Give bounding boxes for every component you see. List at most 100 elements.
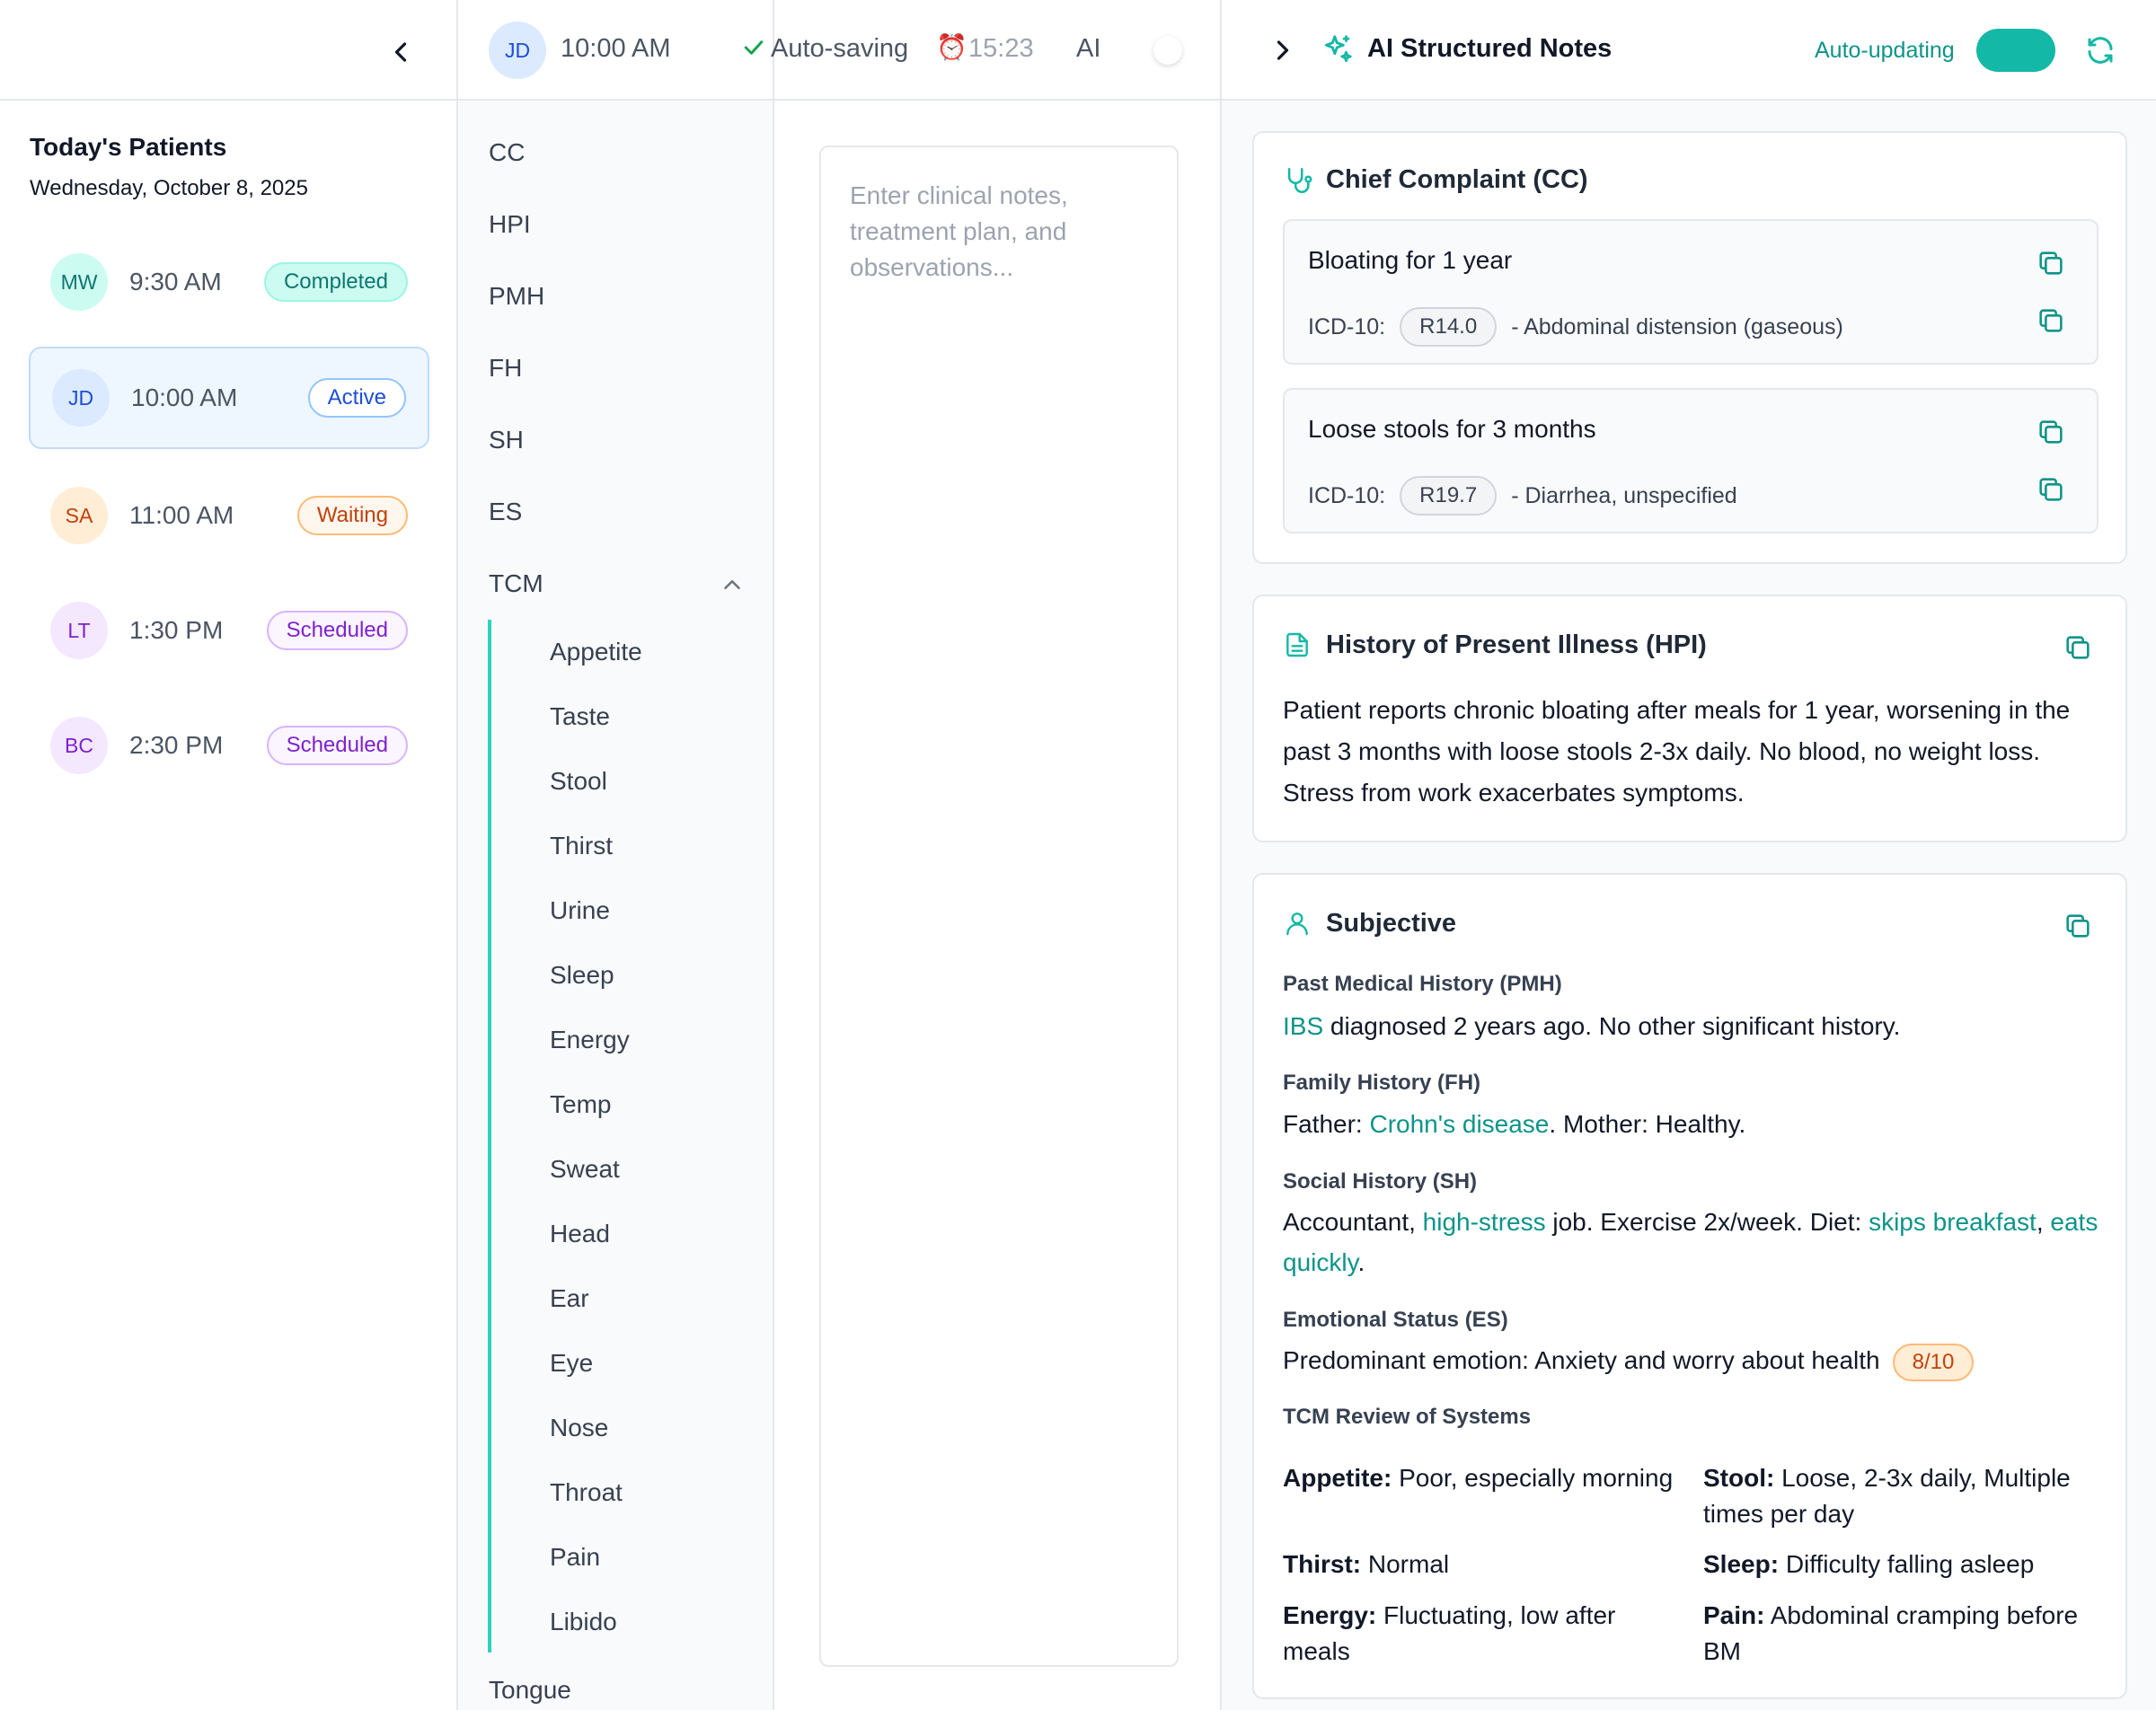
icd-description: - Diarrhea, unspecified [1511, 482, 1737, 508]
clinical-notes-input[interactable] [819, 145, 1179, 1667]
nav-subitem[interactable]: Libido [550, 1608, 617, 1636]
nav-subitem[interactable]: Energy [550, 1026, 630, 1054]
nav-subitem[interactable]: Nose [550, 1414, 608, 1442]
subjective-card: Subjective Past Medical History (PMH) IB… [1252, 873, 2127, 1699]
notes-column: Auto-saving ⏰ 15:23 AI [744, 0, 1222, 1710]
chief-complaint-card: Chief Complaint (CC) Bloating for 1 year… [1252, 131, 2127, 564]
complaint-text: Bloating for 1 year [1308, 246, 1513, 274]
patient-time: 11:00 AM [129, 501, 234, 529]
ros-entry: Thirst: Normal [1283, 1547, 1678, 1582]
icd-code[interactable]: R19.7 [1400, 476, 1498, 516]
nav-subitem[interactable]: Thirst [550, 832, 613, 860]
copy-icon[interactable] [2036, 474, 2066, 505]
copy-icon[interactable] [2063, 911, 2093, 941]
document-icon [1283, 630, 1312, 659]
fh-value: Father: Crohn's disease. Mother: Healthy… [1283, 1104, 2100, 1144]
patient-time: 9:30 AM [129, 268, 222, 295]
nav-subitem[interactable]: Eye [550, 1349, 593, 1378]
patient-row[interactable]: SA 11:00 AM Waiting [29, 464, 429, 567]
status-badge: Active [307, 378, 406, 418]
fh-text: Father: [1283, 1110, 1370, 1138]
refresh-icon[interactable] [2084, 34, 2116, 66]
avatar: SA [50, 487, 108, 544]
icd-row: ICD-10: R14.0 - Abdominal distension (ga… [1308, 307, 1843, 347]
es-text: Predominant emotion: Anxiety and worry a… [1283, 1346, 1880, 1374]
icd-code[interactable]: R14.0 [1400, 307, 1498, 347]
app-root: Today's Patients Wednesday, October 8, 2… [0, 0, 2156, 1710]
avatar: JD [489, 22, 546, 79]
nav-subitem[interactable]: Temp [550, 1090, 611, 1119]
nav-subitem[interactable]: Throat [550, 1478, 623, 1507]
patient-row[interactable]: BC 2:30 PM Scheduled [29, 694, 429, 797]
status-badge: Scheduled [266, 611, 408, 650]
ros-value: Poor, especially morning [1399, 1464, 1674, 1492]
nav-item-fh[interactable]: FH [489, 354, 522, 383]
card-title: Subjective [1326, 909, 1457, 938]
nav-subitem[interactable]: Sleep [550, 961, 614, 990]
sh-text: job. Exercise 2x/week. Diet: [1545, 1208, 1869, 1236]
fh-label: Family History (FH) [1283, 1071, 1481, 1095]
ai-notes-title: AI Structured Notes [1367, 34, 1613, 63]
copy-icon[interactable] [2036, 417, 2066, 447]
status-badge: Scheduled [266, 726, 408, 765]
session-topbar: JD 10:00 AM [458, 0, 773, 101]
nav-subitem[interactable]: Ear [550, 1284, 589, 1313]
patients-title: Today's Patients [30, 133, 227, 161]
patient-row[interactable]: MW 9:30 AM Completed [29, 231, 429, 333]
ai-toggle-knob[interactable] [1153, 36, 1182, 65]
patient-row[interactable]: LT 1:30 PM Scheduled [29, 579, 429, 682]
ros-key: Sleep: [1703, 1550, 1780, 1578]
patient-row[interactable]: JD 10:00 AM Active [29, 347, 429, 449]
chevron-right-icon[interactable] [1267, 34, 1299, 66]
es-value: Predominant emotion: Anxiety and worry a… [1283, 1340, 2100, 1381]
nav-subitem[interactable]: Stool [550, 767, 607, 796]
auto-update-toggle[interactable] [1976, 29, 2055, 72]
card-title: History of Present Illness (HPI) [1326, 630, 1707, 659]
nav-subitem[interactable]: Head [550, 1220, 610, 1248]
copy-icon[interactable] [2036, 248, 2066, 278]
patient-time: 2:30 PM [129, 731, 224, 759]
nav-item-es[interactable]: ES [489, 498, 522, 526]
nav-item-tcm[interactable]: TCM [489, 569, 543, 598]
nav-subitem[interactable]: Appetite [550, 638, 642, 666]
copy-icon[interactable] [2036, 305, 2066, 336]
nav-subitem[interactable]: Pain [550, 1543, 600, 1572]
icd-label: ICD-10: [1308, 482, 1386, 508]
ai-notes-topbar: AI Structured Notes Auto-updating [1222, 0, 2156, 101]
nav-item-hpi[interactable]: HPI [489, 210, 531, 239]
session-timer: 15:23 [968, 34, 1034, 63]
complaint-text: Loose stools for 3 months [1308, 415, 1596, 443]
alarm-clock-icon: ⏰ [936, 33, 968, 61]
sh-value: Accountant, high-stress job. Exercise 2x… [1283, 1202, 2100, 1282]
icd-label: ICD-10: [1308, 313, 1386, 339]
avatar: BC [50, 717, 108, 774]
sh-label: Social History (SH) [1283, 1169, 1478, 1194]
ros-entry: Stool: Loose, 2-3x daily, Multiple times… [1703, 1460, 2099, 1532]
nav-subitem[interactable]: Urine [550, 896, 610, 925]
pmh-value: IBS diagnosed 2 years ago. No other sign… [1283, 1006, 2100, 1046]
user-icon [1283, 909, 1312, 938]
status-badge: Completed [263, 262, 408, 302]
avatar: MW [50, 253, 108, 311]
nav-item-pmh[interactable]: PMH [489, 282, 544, 311]
complaint-item: Loose stools for 3 months ICD-10: R19.7 … [1283, 388, 2099, 533]
chevron-up-icon[interactable] [719, 571, 746, 598]
sh-text: . [1357, 1248, 1365, 1276]
nav-subitem[interactable]: Taste [550, 702, 610, 731]
avatar: JD [52, 369, 110, 427]
autosave-status: Auto-saving [771, 34, 909, 63]
chevron-left-icon[interactable] [384, 36, 417, 68]
ai-label[interactable]: AI [1076, 34, 1100, 64]
nav-item-sh[interactable]: SH [489, 426, 524, 454]
patients-date: Wednesday, October 8, 2025 [30, 176, 308, 200]
ros-key: Energy: [1283, 1601, 1377, 1629]
nav-subitem[interactable]: Sweat [550, 1155, 620, 1184]
ros-entry: Energy: Fluctuating, low after meals [1283, 1598, 1678, 1670]
patients-panel: Today's Patients Wednesday, October 8, 2… [0, 0, 458, 1710]
complaint-item: Bloating for 1 year ICD-10: R14.0 - Abdo… [1283, 219, 2099, 365]
nav-item-cc[interactable]: CC [489, 138, 525, 167]
pmh-label: Past Medical History (PMH) [1283, 972, 1562, 996]
copy-icon[interactable] [2063, 632, 2093, 663]
nav-item-tongue[interactable]: Tongue [489, 1676, 571, 1705]
ai-notes-panel: AI Structured Notes Auto-updating Chief … [1222, 0, 2156, 1710]
